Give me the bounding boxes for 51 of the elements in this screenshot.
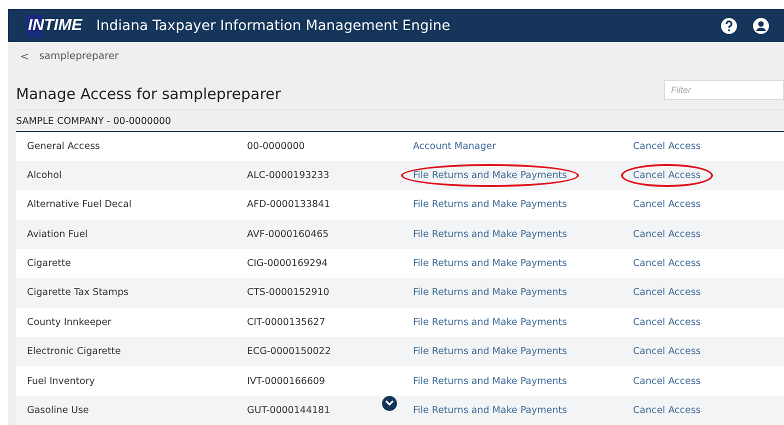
access-level-link[interactable]: File Returns and Make Payments <box>401 252 579 276</box>
access-level-link[interactable]: File Returns and Make Payments <box>401 164 579 188</box>
account-id-cell-text: GUT-0000144181 <box>247 404 332 416</box>
page-title: Manage Access for samplepreparer <box>16 84 281 105</box>
back-icon[interactable]: < <box>20 50 30 64</box>
account-id-cell-text: CTS-0000152910 <box>247 287 330 298</box>
cancel-access-link[interactable]: Cancel Access <box>621 310 713 334</box>
breadcrumb-link[interactable]: samplepreparer <box>39 51 119 62</box>
cancel-access-link[interactable]: Cancel Access <box>621 252 713 276</box>
cancel-access-link[interactable]: Cancel Access <box>621 281 713 304</box>
access-level-link[interactable]: File Returns and Make Payments <box>401 193 579 216</box>
access-level-link[interactable]: File Returns and Make Payments <box>401 370 579 393</box>
account-cell-text: Alcohol <box>27 170 63 182</box>
cancel-access-link[interactable]: Cancel Access <box>621 134 713 158</box>
account-cell-text: Cigarette Tax Stamps <box>27 287 130 298</box>
cancel-access-link[interactable]: Cancel Access <box>621 398 713 422</box>
account-cell-text: Electronic Cigarette <box>27 346 122 358</box>
account-cell-text: General Access <box>27 140 101 152</box>
cancel-access-link[interactable]: Cancel Access <box>621 340 713 364</box>
access-level-link[interactable]: Account Manager <box>401 134 508 158</box>
account-id-cell-text: AVF-0000160465 <box>247 228 330 240</box>
cancel-access-link[interactable]: Cancel Access <box>621 164 713 188</box>
user-icon[interactable] <box>752 16 770 35</box>
account-cell-text: Gasoline Use <box>27 404 90 416</box>
account-cell-text: County Innkeeper <box>27 316 112 328</box>
access-level-link[interactable]: File Returns and Make Payments <box>401 281 579 304</box>
help-icon[interactable] <box>720 16 738 35</box>
access-level-link[interactable]: File Returns and Make Payments <box>401 340 579 364</box>
account-id-cell-text: 00-0000000 <box>247 140 306 152</box>
access-level-link[interactable]: File Returns and Make Payments <box>401 398 579 422</box>
chevron-down-icon <box>385 400 394 406</box>
filter-field[interactable]: Filter <box>664 80 784 100</box>
access-level-link[interactable]: File Returns and Make Payments <box>401 222 579 246</box>
company-heading: SAMPLE COMPANY - 00-0000000 <box>16 108 784 132</box>
account-cell-text: Fuel Inventory <box>27 376 96 387</box>
account-id-cell-text: AFD-0000133841 <box>247 199 332 210</box>
access-level-link[interactable]: File Returns and Make Payments <box>401 310 579 334</box>
account-id-cell-text: IVT-0000166609 <box>247 376 326 387</box>
scroll-down-button[interactable] <box>382 396 397 411</box>
account-id-cell-text: CIT-0000135627 <box>247 316 326 328</box>
account-id-cell-text: ECG-0000150022 <box>247 346 332 358</box>
account-cell-text: Aviation Fuel <box>27 228 89 240</box>
cancel-access-link[interactable]: Cancel Access <box>621 370 713 393</box>
account-id-cell-text: CIG-0000169294 <box>247 258 329 270</box>
cancel-access-link[interactable]: Cancel Access <box>621 222 713 246</box>
account-id-cell-text: ALC-0000193233 <box>247 170 330 182</box>
account-cell-text: Alternative Fuel Decal <box>27 199 132 210</box>
intime-logo: INTIME <box>26 14 84 37</box>
account-cell-text: Cigarette <box>27 258 72 270</box>
cancel-access-link[interactable]: Cancel Access <box>621 193 713 216</box>
app-title: Indiana Taxpayer Information Management Engine <box>96 18 452 34</box>
